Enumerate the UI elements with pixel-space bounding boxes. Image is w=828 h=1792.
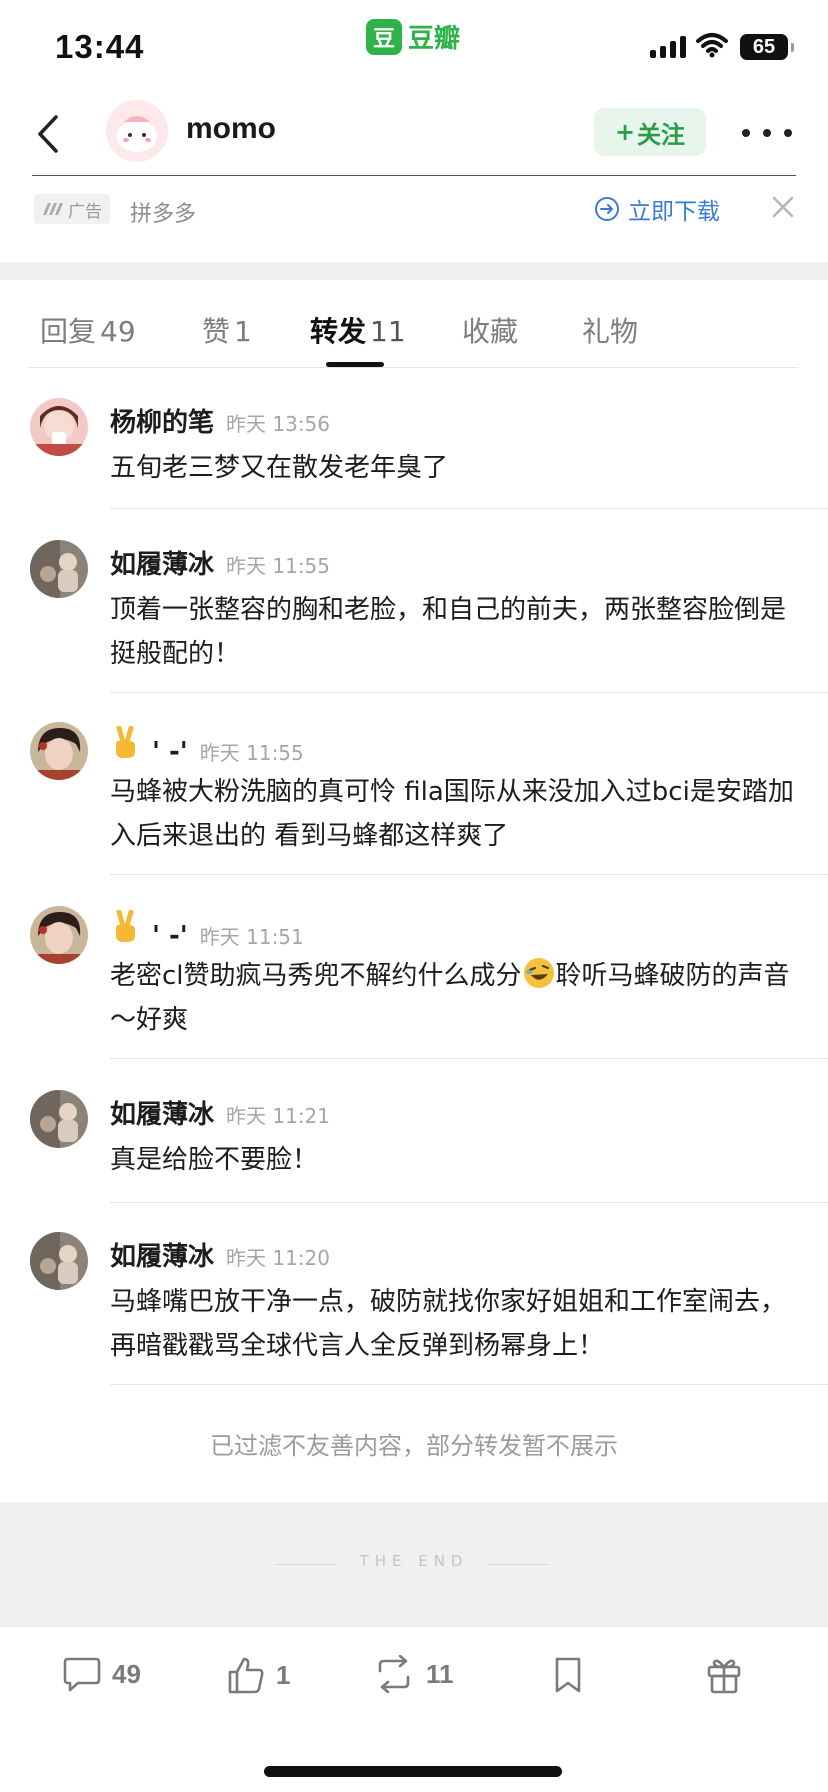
cartoon-avatar-icon xyxy=(106,100,168,162)
avatar-photo-icon xyxy=(30,906,88,964)
victory-hand-emoji-icon xyxy=(116,726,135,758)
profile-name[interactable]: momo xyxy=(186,112,276,146)
tabs-divider xyxy=(28,367,798,368)
commenter-avatar[interactable] xyxy=(30,540,88,598)
comment-time: 昨天 11:55 xyxy=(226,554,331,578)
comment-time: 昨天 11:20 xyxy=(226,1246,331,1270)
tab-collections[interactable]: 收藏 xyxy=(462,310,518,350)
avatar-photo-icon xyxy=(30,1090,88,1148)
tab-replies[interactable]: 回复 49 xyxy=(40,310,136,350)
end-marker: THE END xyxy=(0,1502,828,1626)
victory-hand-emoji-icon xyxy=(116,910,135,942)
download-button[interactable]: 立即下载 xyxy=(594,192,720,226)
douban-logo-icon: 豆 xyxy=(366,18,402,55)
commenter-name[interactable]: ' -' xyxy=(152,737,188,767)
avatar-photo-icon xyxy=(30,540,88,598)
user-avatar[interactable] xyxy=(106,100,168,162)
thumbs-up-icon xyxy=(228,1657,264,1694)
bottom-action-bar: 49 1 11 xyxy=(0,1626,828,1716)
follow-label: 关注 xyxy=(637,120,686,149)
download-label: 立即下载 xyxy=(628,199,720,225)
bookmark-icon xyxy=(555,1657,581,1693)
comment-header: ' -' 昨天 11:55 xyxy=(110,726,304,767)
app-brand-name: 豆瓣 xyxy=(408,24,461,54)
commenter-avatar[interactable] xyxy=(30,398,88,456)
comment-text: 顶着一张整容的胸和老脸，和自己的前夫，两张整容脸倒是挺般配的！ xyxy=(110,595,787,669)
comment-count: 49 xyxy=(112,1658,141,1689)
comment-time: 昨天 11:51 xyxy=(199,925,304,949)
comment-divider xyxy=(110,874,828,875)
status-bar: 13:44 豆 豆瓣 65 xyxy=(0,0,828,92)
battery-indicator: 65 xyxy=(740,34,794,60)
gift-icon xyxy=(707,1659,741,1694)
wifi-icon xyxy=(696,33,728,58)
comment-divider xyxy=(110,1058,828,1059)
comment-header: ' -' 昨天 11:51 xyxy=(110,910,304,951)
repost-count: 11 xyxy=(426,1658,454,1689)
ad-tag-label: 广告 xyxy=(68,201,102,222)
plus-icon: + xyxy=(614,118,636,146)
cellular-signal-icon xyxy=(650,36,686,58)
comment-divider xyxy=(110,692,828,693)
advertiser-name: 拼多多 xyxy=(130,202,197,227)
comment-text: 马蜂被大粉洗脑的真可怜 fila国际从来没加入过bci是安踏加入后来退出的 看到… xyxy=(110,777,794,851)
rolling-laughing-emoji-icon xyxy=(523,958,554,988)
ad-tag: 广告 xyxy=(34,194,110,224)
commenter-avatar[interactable] xyxy=(30,1090,88,1148)
interaction-tabs: 回复 49 赞1 转发 11 收藏 礼物 xyxy=(0,280,828,368)
comment-time: 昨天 13:56 xyxy=(226,412,331,436)
status-time: 13:44 xyxy=(55,28,145,65)
tab-reposts[interactable]: 转发 11 xyxy=(310,310,406,350)
chevron-left-icon xyxy=(38,115,58,153)
section-spacer xyxy=(0,262,828,280)
comment-time: 昨天 11:21 xyxy=(226,1104,331,1128)
follow-button[interactable]: + 关注 xyxy=(594,108,706,156)
comment-divider xyxy=(110,1202,828,1203)
close-ad-icon[interactable] xyxy=(768,192,798,222)
download-arrow-icon xyxy=(595,197,619,221)
gift-button[interactable] xyxy=(706,1655,742,1695)
comment-header: 如履薄冰 昨天 11:55 xyxy=(110,544,330,581)
commenter-name[interactable]: 如履薄冰 xyxy=(110,1236,214,1273)
end-line-right xyxy=(488,1564,548,1565)
comment-divider xyxy=(110,1384,828,1385)
like-button[interactable]: 1 xyxy=(226,1655,290,1695)
comment-text: 五旬老三梦又在散发老年臭了 xyxy=(110,453,449,483)
bookmark-button[interactable] xyxy=(552,1655,584,1695)
comment-bubble-icon xyxy=(63,1657,101,1692)
commenter-name[interactable]: ' -' xyxy=(152,921,188,951)
comment-text: 真是给脸不要脸！ xyxy=(110,1145,319,1175)
like-count: 1 xyxy=(276,1659,291,1690)
commenter-avatar[interactable] xyxy=(30,1232,88,1290)
comment-text: 老密cl赞助疯马秀兜不解约什么成分 聆听马蜂破防的声音～好爽 xyxy=(110,954,800,1042)
comment-divider xyxy=(110,508,828,509)
commenter-avatar[interactable] xyxy=(30,722,88,780)
comment-text: 马蜂嘴巴放干净一点，破防就找你家好姐姐和工作室闹去，再暗戳戳骂全球代言人全反弹到… xyxy=(110,1287,787,1361)
comment-header: 如履薄冰 昨天 11:21 xyxy=(110,1094,330,1131)
home-indicator[interactable] xyxy=(264,1766,562,1777)
tab-gifts[interactable]: 礼物 xyxy=(582,310,638,350)
filtered-notice: 已过滤不友善内容，部分转发暂不展示 xyxy=(210,1432,618,1460)
comment-time: 昨天 11:55 xyxy=(199,741,304,765)
top-nav: momo + 关注 xyxy=(0,92,828,176)
comment-button[interactable]: 49 xyxy=(62,1655,141,1693)
avatar-photo-icon xyxy=(30,1232,88,1290)
tab-likes[interactable]: 赞1 xyxy=(202,310,252,350)
end-text: THE END xyxy=(359,1552,469,1570)
avatar-photo-icon xyxy=(30,722,88,780)
avatar-photo-icon xyxy=(30,398,88,456)
comment-header: 如履薄冰 昨天 11:20 xyxy=(110,1236,330,1273)
commenter-name[interactable]: 如履薄冰 xyxy=(110,544,214,581)
commenter-name[interactable]: 杨柳的笔 xyxy=(110,402,214,439)
commenter-name[interactable]: 如履薄冰 xyxy=(110,1094,214,1131)
ad-banner[interactable]: 广告 拼多多 立即下载 xyxy=(0,176,828,262)
app-brand: 豆 豆瓣 xyxy=(366,18,460,55)
repost-icon xyxy=(378,1655,410,1693)
back-button[interactable] xyxy=(28,106,68,162)
more-options-button[interactable] xyxy=(742,118,792,148)
comment-header: 杨柳的笔 昨天 13:56 xyxy=(110,402,330,439)
commenter-avatar[interactable] xyxy=(30,906,88,964)
repost-button[interactable]: 11 xyxy=(372,1655,454,1693)
ad-mark-icon xyxy=(43,203,63,215)
